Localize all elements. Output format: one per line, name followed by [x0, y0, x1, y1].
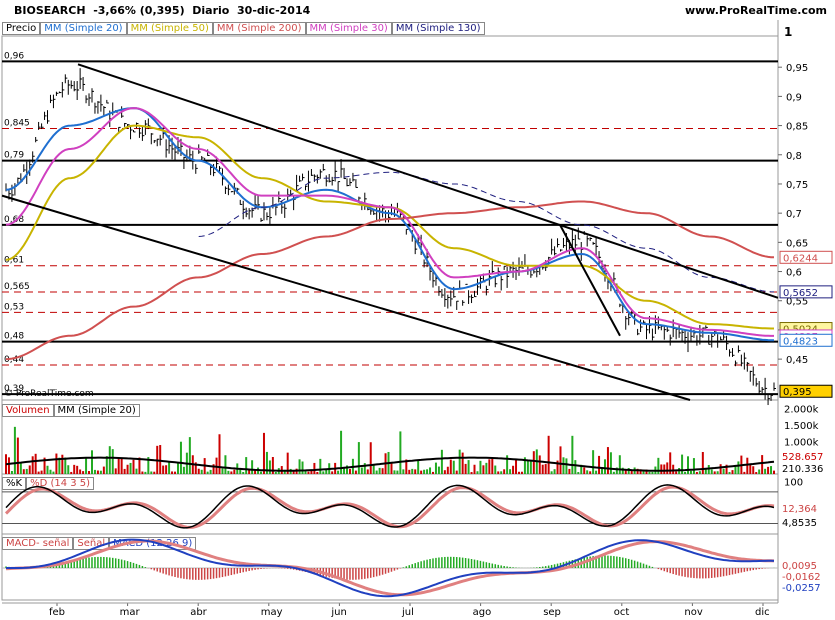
stochastic-axis-tick: 100 — [784, 477, 803, 488]
level-label: 0,68 — [4, 215, 24, 225]
stochastic-badge: 12,364 — [782, 504, 817, 515]
moving-average-line — [5, 107, 774, 337]
volume-badge: 528.657 — [782, 452, 823, 463]
price-axis-tick: 0,7 — [786, 209, 802, 220]
trend-line — [1, 194, 691, 401]
volume-axis-tick: 2.000k — [784, 405, 819, 416]
x-axis-label: jul — [401, 607, 414, 618]
level-label: 0,79 — [4, 151, 24, 161]
chart-canvas: 10,950,90,850,80,750,70,650,60,550,50,45… — [1, 20, 833, 618]
volume-axis-tick: 1.000k — [784, 437, 819, 448]
level-label: 0,96 — [4, 51, 24, 61]
macd-badge: 0,0095 — [782, 561, 817, 572]
volume-badge: 210.336 — [782, 464, 823, 475]
level-label: 0,53 — [4, 302, 24, 312]
chart-root: BIOSEARCH -3,66% (0,395) Diario 30-dic-2… — [0, 0, 835, 620]
stochastic-d-line — [4, 485, 775, 529]
x-axis-label: ago — [473, 607, 492, 618]
x-axis-label: abr — [190, 607, 207, 618]
macd-badge: -0,0257 — [782, 583, 821, 594]
price-value-badge-label: 0,5652 — [783, 288, 818, 299]
x-axis-label: mar — [120, 607, 141, 618]
macd-badge: -0,0162 — [782, 572, 821, 583]
price-axis-tick: 0,75 — [786, 180, 808, 191]
moving-average-line — [5, 124, 774, 330]
x-axis-label: oct — [614, 607, 630, 618]
copyright-text: © ProRealTime.com — [4, 389, 94, 399]
x-axis-label: nov — [684, 607, 702, 618]
x-axis-label: jun — [330, 607, 346, 618]
price-value-badge-label: 0,4823 — [783, 336, 818, 347]
price-value-badge-label: 0,395 — [783, 387, 812, 398]
level-label: 0,845 — [4, 119, 30, 129]
level-label: 0,48 — [4, 332, 24, 342]
price-axis-tick: 0,9 — [786, 92, 802, 103]
x-axis-label: dic — [755, 607, 770, 618]
price-axis-tick: 0,8 — [786, 151, 802, 162]
x-axis-label: may — [261, 607, 283, 618]
price-axis-tick: 0,65 — [786, 238, 808, 249]
price-axis-tick: 0,95 — [786, 63, 808, 74]
volume-axis-tick: 1.500k — [784, 421, 819, 432]
price-axis-tick: 1 — [784, 25, 792, 39]
stochastic-badge: 4,8535 — [782, 518, 817, 529]
level-label: 0,565 — [4, 282, 30, 292]
price-value-badge-label: 0,6244 — [783, 253, 818, 264]
price-axis-tick: 0,45 — [786, 355, 808, 366]
x-axis-label: feb — [49, 607, 65, 618]
price-axis-tick: 0,6 — [786, 268, 802, 279]
x-axis-label: sep — [543, 607, 561, 618]
price-axis-tick: 0,85 — [786, 122, 808, 133]
